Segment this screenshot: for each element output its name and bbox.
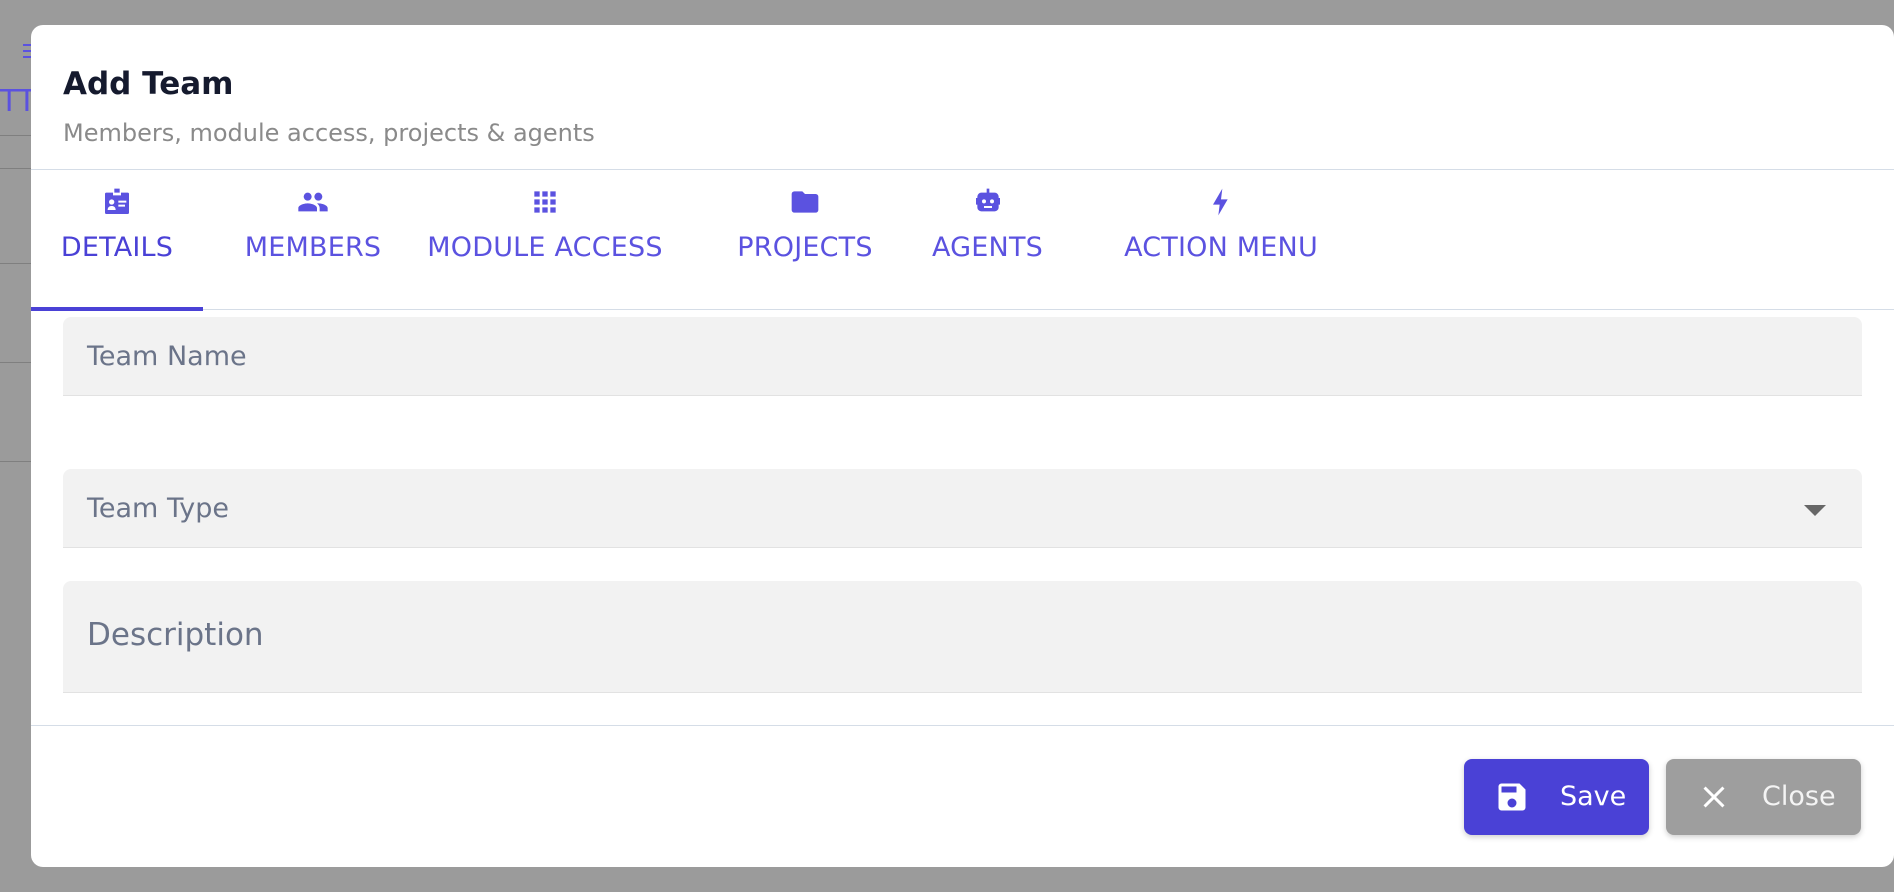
tab-label: MODULE ACCESS [427, 232, 663, 263]
active-tab-indicator [31, 307, 203, 311]
robot-icon [922, 184, 1053, 220]
tab-agents[interactable]: AGENTS [922, 170, 1053, 310]
tab-projects[interactable]: PROJECTS [721, 170, 889, 310]
team-type-placeholder: Team Type [87, 493, 229, 524]
close-icon [1696, 779, 1732, 815]
add-team-dialog: Add Team Members, module access, project… [31, 25, 1894, 867]
description-textarea[interactable]: Description [63, 581, 1862, 693]
tab-label: ACTION MENU [1124, 232, 1318, 263]
folder-icon [721, 184, 889, 220]
dropdown-arrow-icon [1804, 505, 1826, 516]
tab-bar: DETAILS MEMBERS MODULE ACCESS PROJECTS A… [31, 170, 1894, 311]
close-label: Close [1762, 781, 1836, 812]
people-icon [234, 184, 392, 220]
tab-label: PROJECTS [737, 232, 873, 263]
save-label: Save [1560, 781, 1627, 812]
tab-module-access[interactable]: MODULE ACCESS [423, 170, 667, 310]
dialog-title: Add Team [63, 66, 234, 102]
team-type-select[interactable]: Team Type [63, 469, 1862, 548]
tab-details[interactable]: DETAILS [31, 170, 203, 311]
id-badge-icon [31, 184, 203, 220]
bolt-icon [1104, 184, 1338, 220]
apps-grid-icon [423, 184, 667, 220]
close-button[interactable]: Close [1666, 759, 1861, 835]
tab-label: DETAILS [60, 232, 174, 263]
description-placeholder: Description [87, 617, 264, 653]
save-button[interactable]: Save [1464, 759, 1649, 835]
tab-label: MEMBERS [244, 232, 382, 263]
team-name-input[interactable]: Team Name [63, 317, 1862, 396]
dialog-subtitle: Members, module access, projects & agent… [63, 119, 595, 147]
team-name-placeholder: Team Name [87, 341, 247, 372]
floppy-disk-icon [1494, 779, 1530, 815]
tab-members[interactable]: MEMBERS [234, 170, 392, 310]
tab-label: AGENTS [931, 232, 1043, 263]
tab-action-menu[interactable]: ACTION MENU [1104, 170, 1338, 310]
dialog-header: Add Team Members, module access, project… [31, 25, 1894, 170]
dialog-footer-divider [31, 725, 1894, 726]
